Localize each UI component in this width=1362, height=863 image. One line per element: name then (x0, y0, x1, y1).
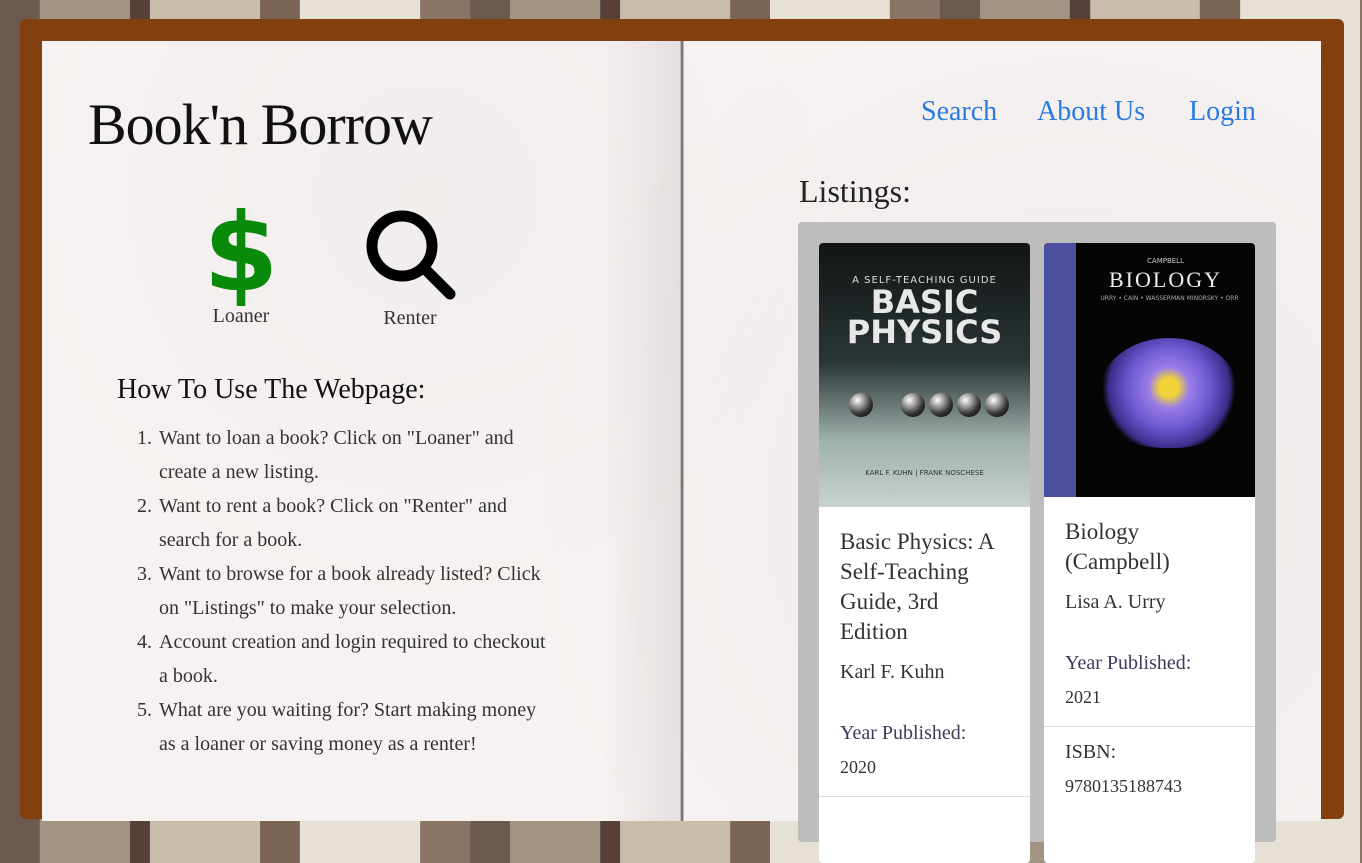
book-card[interactable]: A SELF-TEACHING GUIDE BASIC PHYSICS KARL… (819, 243, 1030, 863)
cover-title: BASIC PHYSICS (846, 283, 1003, 351)
renter-label: Renter (383, 307, 437, 329)
book-author: Karl F. Kuhn (840, 661, 945, 683)
listings-heading: Listings: (799, 173, 912, 209)
book-card[interactable]: CAMPBELL BIOLOGY URRY • CAIN • WASSERMAN… (1044, 243, 1255, 863)
nav-search[interactable]: Search (921, 96, 997, 128)
isbn-value: 9780135188743 (1065, 776, 1182, 796)
cover-title: BIOLOGY (1109, 267, 1222, 292)
divider (819, 796, 1030, 797)
year-label: Year Published: (840, 722, 967, 744)
howto-step: Want to loan a book? Click on "Loaner" a… (157, 421, 557, 489)
book-cover-image: CAMPBELL BIOLOGY URRY • CAIN • WASSERMAN… (1044, 243, 1255, 497)
book-cover-image: A SELF-TEACHING GUIDE BASIC PHYSICS KARL… (819, 243, 1030, 507)
isbn-label: ISBN: (1065, 741, 1117, 763)
cover-authors: KARL F. KUHN | FRANK NOSCHESE (865, 469, 984, 477)
listings-grid: A SELF-TEACHING GUIDE BASIC PHYSICS KARL… (798, 222, 1276, 863)
pendulum-balls (849, 393, 1009, 417)
year-value: 2021 (1065, 687, 1101, 707)
howto-step: Account creation and login required to c… (157, 625, 557, 693)
book-author: Lisa A. Urry (1065, 591, 1166, 613)
divider (1044, 726, 1255, 727)
page: Book'n Borrow $ Loaner Renter How To Use… (42, 41, 1321, 863)
loaner-label: Loaner (212, 305, 270, 327)
site-title: Book'n Borrow (88, 92, 433, 157)
howto-step: Want to rent a book? Click on "Renter" a… (157, 489, 557, 557)
lotus-flower (1099, 338, 1239, 448)
cover-authors: URRY • CAIN • WASSERMAN MINORSKY • ORR (1100, 295, 1239, 302)
renter-button[interactable]: Renter (350, 206, 470, 330)
search-icon (366, 210, 456, 300)
howto-step: What are you waiting for? Start making m… (157, 693, 557, 761)
howto-step: Want to browse for a book already listed… (157, 557, 557, 625)
nav-about-us[interactable]: About Us (1037, 96, 1145, 128)
book-title[interactable]: Biology (Campbell) (1065, 517, 1234, 577)
year-label: Year Published: (1065, 652, 1192, 674)
howto-heading: How To Use The Webpage: (117, 374, 426, 405)
dollar-icon: $ (203, 191, 279, 316)
page-shade (602, 41, 680, 821)
book-title[interactable]: Basic Physics: A Self-Teaching Guide, 3r… (840, 527, 1009, 647)
book-spine (680, 41, 684, 821)
year-value: 2020 (840, 757, 876, 777)
cover-stripe (1044, 243, 1076, 497)
nav-login[interactable]: Login (1189, 96, 1256, 128)
howto-steps: Want to loan a book? Click on "Loaner" a… (157, 421, 557, 761)
cover-kicker: CAMPBELL (1147, 257, 1184, 265)
loaner-button[interactable]: $ Loaner (181, 191, 301, 328)
